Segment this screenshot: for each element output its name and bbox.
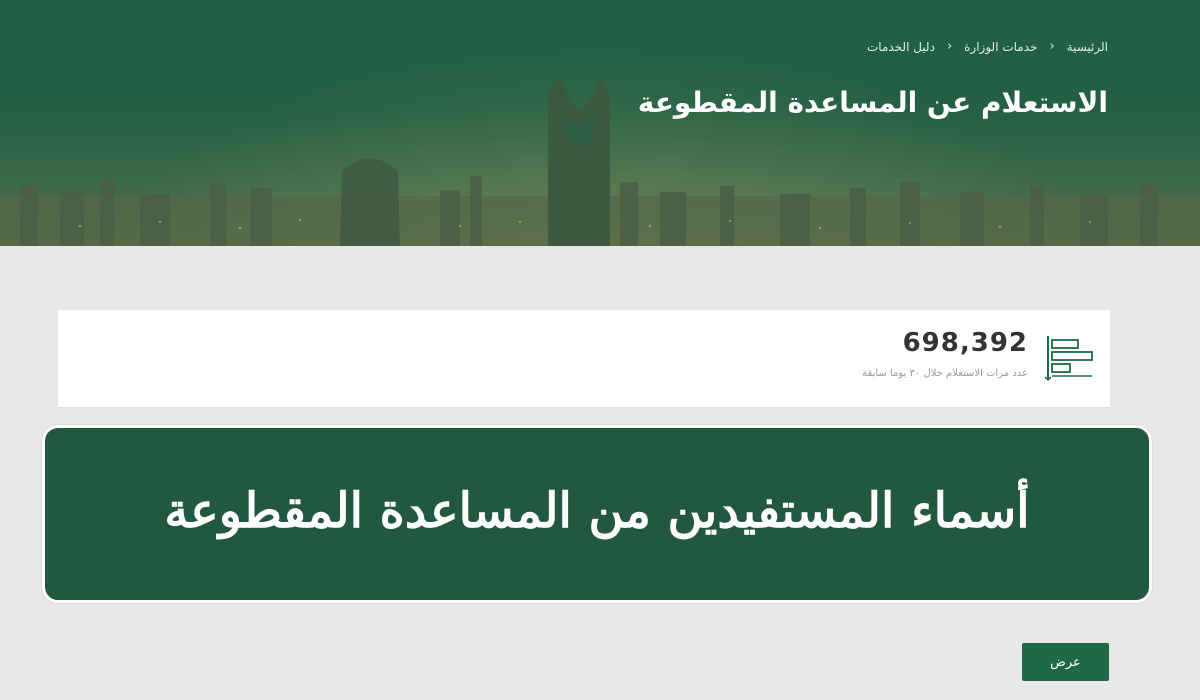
- hero-banner: الرئيسية ‹ خدمات الوزارة ‹ دليل الخدمات …: [0, 0, 1200, 246]
- stats-card: 698,392 عدد مرات الاستعلام خلال ٣٠ يوما …: [58, 310, 1110, 407]
- breadcrumb-item-ministry-services[interactable]: خدمات الوزارة: [964, 40, 1037, 54]
- page-title: الاستعلام عن المساعدة المقطوعة: [637, 86, 1108, 119]
- breadcrumb-item-home[interactable]: الرئيسية: [1067, 40, 1108, 54]
- bar-chart-icon: [1044, 336, 1093, 382]
- show-button[interactable]: عرض: [1022, 643, 1109, 681]
- stats-value: 698,392: [902, 328, 1028, 358]
- chevron-left-icon: ‹: [1049, 39, 1055, 54]
- breadcrumb-item-services-guide: دليل الخدمات: [866, 39, 935, 54]
- page: الرئيسية ‹ خدمات الوزارة ‹ دليل الخدمات …: [0, 0, 1200, 700]
- breadcrumb: الرئيسية ‹ خدمات الوزارة ‹ دليل الخدمات: [867, 39, 1108, 54]
- chevron-left-icon: ‹: [946, 39, 953, 54]
- overlay-title-text: أسماء المستفيدين من المساعدة المقطوعة: [164, 483, 1030, 539]
- stats-caption: عدد مرات الاستعلام خلال ٣٠ يوما سابقة: [862, 368, 1028, 379]
- overlay-title-banner: أسماء المستفيدين من المساعدة المقطوعة: [42, 425, 1152, 603]
